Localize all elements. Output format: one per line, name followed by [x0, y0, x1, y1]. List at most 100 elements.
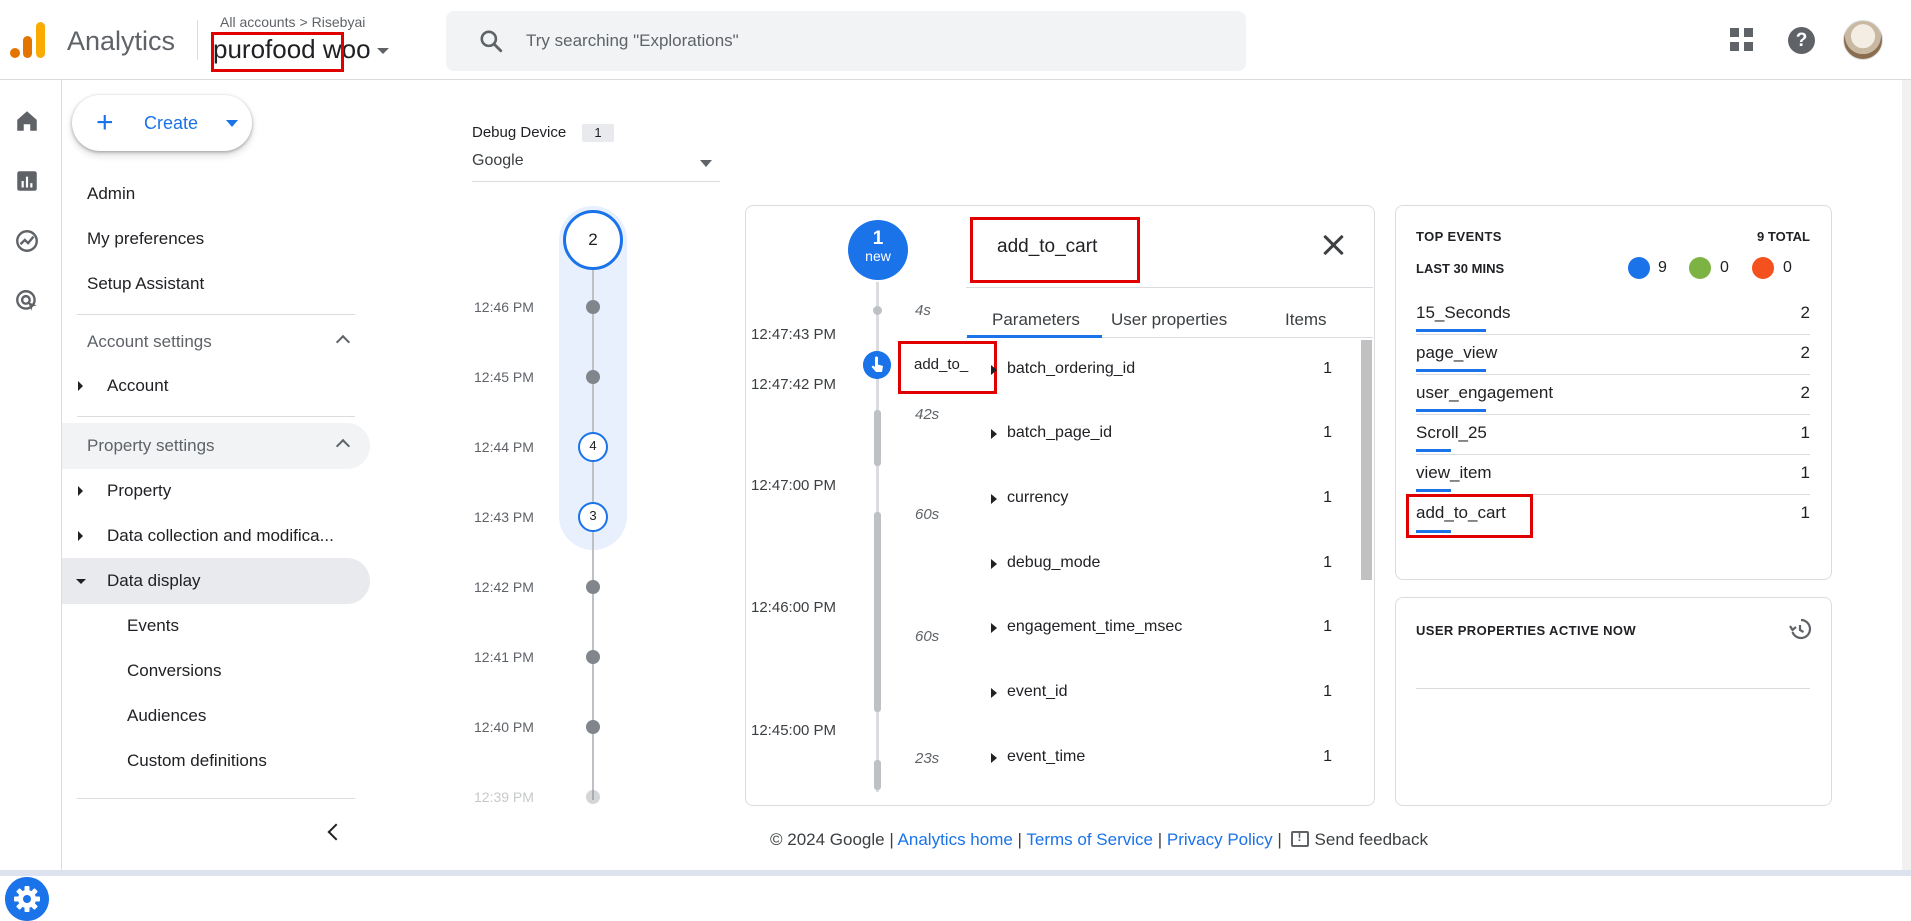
nav-custom-definitions[interactable]: Custom definitions — [127, 751, 267, 771]
param-name: event_id — [1007, 683, 1068, 700]
user-properties-divider — [1416, 688, 1810, 689]
tab-parameters[interactable]: Parameters — [992, 310, 1080, 330]
app-name: Analytics — [67, 26, 176, 56]
create-label: Create — [144, 113, 199, 133]
minute-dot[interactable] — [586, 580, 600, 594]
breadcrumb-all-accounts[interactable]: All accounts — [220, 14, 295, 30]
expand-arrow-icon — [991, 429, 997, 439]
tab-user-properties[interactable]: User properties — [1111, 310, 1227, 330]
home-icon[interactable] — [14, 108, 40, 134]
nav-audiences[interactable]: Audiences — [127, 706, 206, 726]
account-settings-header[interactable]: Account settings — [62, 319, 370, 365]
account-settings-label: Account settings — [87, 332, 212, 351]
minute-count-badge[interactable]: 4 — [578, 432, 608, 462]
analytics-home-link[interactable]: Analytics home — [898, 830, 1013, 849]
nav-account[interactable]: Account — [107, 376, 168, 396]
minute-dot[interactable] — [586, 720, 600, 734]
second-time: 12:46:00 PM — [751, 599, 837, 616]
collapse-nav-icon[interactable] — [327, 823, 345, 841]
divider — [77, 798, 355, 799]
avatar[interactable] — [1843, 20, 1883, 60]
minute-dot[interactable] — [586, 650, 600, 664]
param-row[interactable]: currency 1 — [987, 489, 1332, 511]
nav-my-preferences[interactable]: My preferences — [87, 229, 204, 249]
divider — [77, 314, 355, 315]
terms-link[interactable]: Terms of Service — [1026, 830, 1153, 849]
settings-gear-icon[interactable] — [5, 877, 49, 921]
nav-events[interactable]: Events — [127, 616, 179, 636]
param-row[interactable]: event_id 1 — [987, 683, 1332, 705]
explore-icon[interactable] — [14, 228, 40, 254]
params-scrollbar[interactable] — [1361, 340, 1372, 580]
close-icon[interactable] — [1320, 232, 1346, 258]
top-event-row[interactable]: Scroll_25 1 — [1416, 415, 1810, 455]
nav-data-collection[interactable]: Data collection and modifica... — [107, 526, 334, 546]
breadcrumb-account[interactable]: Risebyai — [312, 14, 366, 30]
top-event-name: user_engagement — [1416, 383, 1554, 402]
footer: © 2024 Google | Analytics home | Terms o… — [770, 830, 1428, 850]
param-row[interactable]: engagement_time_msec 1 — [987, 618, 1332, 640]
top-event-name: 15_Seconds — [1416, 303, 1511, 322]
search-input[interactable] — [526, 25, 1226, 57]
param-row[interactable]: batch_ordering_id 1 — [987, 360, 1332, 382]
highlight-box-property — [211, 32, 344, 72]
tab-items[interactable]: Items — [1285, 310, 1327, 330]
minutes-top-count[interactable]: 2 — [563, 210, 623, 270]
user-properties-title: USER PROPERTIES ACTIVE NOW — [1416, 623, 1637, 638]
debug-device-select[interactable]: Google — [472, 152, 720, 182]
help-icon[interactable]: ? — [1788, 27, 1815, 54]
minute-dot[interactable] — [586, 300, 600, 314]
second-duration: 60s — [915, 628, 940, 645]
touch-event-icon[interactable] — [863, 351, 891, 379]
caret-down-icon — [226, 120, 238, 127]
reports-icon[interactable] — [14, 168, 40, 194]
expand-arrow-icon — [78, 381, 83, 391]
conversions-count: 0 — [1720, 259, 1729, 276]
second-time: 12:47:00 PM — [751, 477, 837, 494]
top-event-row[interactable]: 15_Seconds 2 — [1416, 295, 1810, 335]
chevron-down-icon — [376, 48, 389, 55]
param-row[interactable]: batch_page_id 1 — [987, 424, 1332, 446]
search-bar[interactable] — [446, 11, 1246, 71]
top-event-row[interactable]: view_item 1 — [1416, 455, 1810, 495]
create-button[interactable]: + Create — [72, 95, 252, 151]
nav-property[interactable]: Property — [107, 481, 171, 501]
param-count: 1 — [1323, 554, 1332, 571]
param-name: batch_page_id — [1007, 424, 1112, 441]
param-count: 1 — [1323, 748, 1332, 765]
nav-admin[interactable]: Admin — [87, 184, 135, 204]
top-event-row[interactable]: page_view 2 — [1416, 335, 1810, 375]
privacy-link[interactable]: Privacy Policy — [1167, 830, 1273, 849]
param-name: currency — [1007, 489, 1069, 506]
minute-time: 12:43 PM — [474, 509, 534, 525]
error-bug-icon — [1752, 257, 1774, 279]
history-icon[interactable] — [1788, 617, 1812, 641]
nav-setup-assistant[interactable]: Setup Assistant — [87, 274, 204, 294]
property-settings-header[interactable]: Property settings — [62, 423, 370, 469]
top-events-title: TOP EVENTS — [1416, 229, 1502, 244]
advertising-icon[interactable] — [14, 288, 40, 314]
param-count: 1 — [1323, 424, 1332, 441]
top-event-name: view_item — [1416, 463, 1492, 482]
param-row[interactable]: event_time 1 — [987, 748, 1332, 770]
minute-dot[interactable] — [586, 370, 600, 384]
top-event-bar — [1416, 409, 1486, 412]
nav-conversions[interactable]: Conversions — [127, 661, 222, 681]
apps-grid-icon[interactable] — [1730, 28, 1754, 52]
nav-data-display[interactable]: Data display — [107, 571, 201, 591]
param-row[interactable]: debug_mode 1 — [987, 554, 1332, 576]
minute-count-badge[interactable]: 3 — [578, 502, 608, 532]
top-event-row[interactable]: user_engagement 2 — [1416, 375, 1810, 415]
top-event-name: page_view — [1416, 343, 1498, 362]
panel-divider — [966, 287, 1373, 288]
analytics-logo-icon[interactable] — [10, 22, 46, 58]
new-events-indicator[interactable]: 1 new — [848, 220, 908, 280]
minute-time: 12:41 PM — [474, 649, 534, 665]
left-rail — [0, 80, 62, 921]
page-scrollbar[interactable] — [1902, 80, 1911, 870]
minute-time: 12:40 PM — [474, 719, 534, 735]
param-count: 1 — [1323, 683, 1332, 700]
send-feedback-link[interactable]: Send feedback — [1315, 830, 1428, 849]
second-duration: 42s — [915, 406, 940, 423]
minute-dot[interactable] — [586, 790, 600, 804]
